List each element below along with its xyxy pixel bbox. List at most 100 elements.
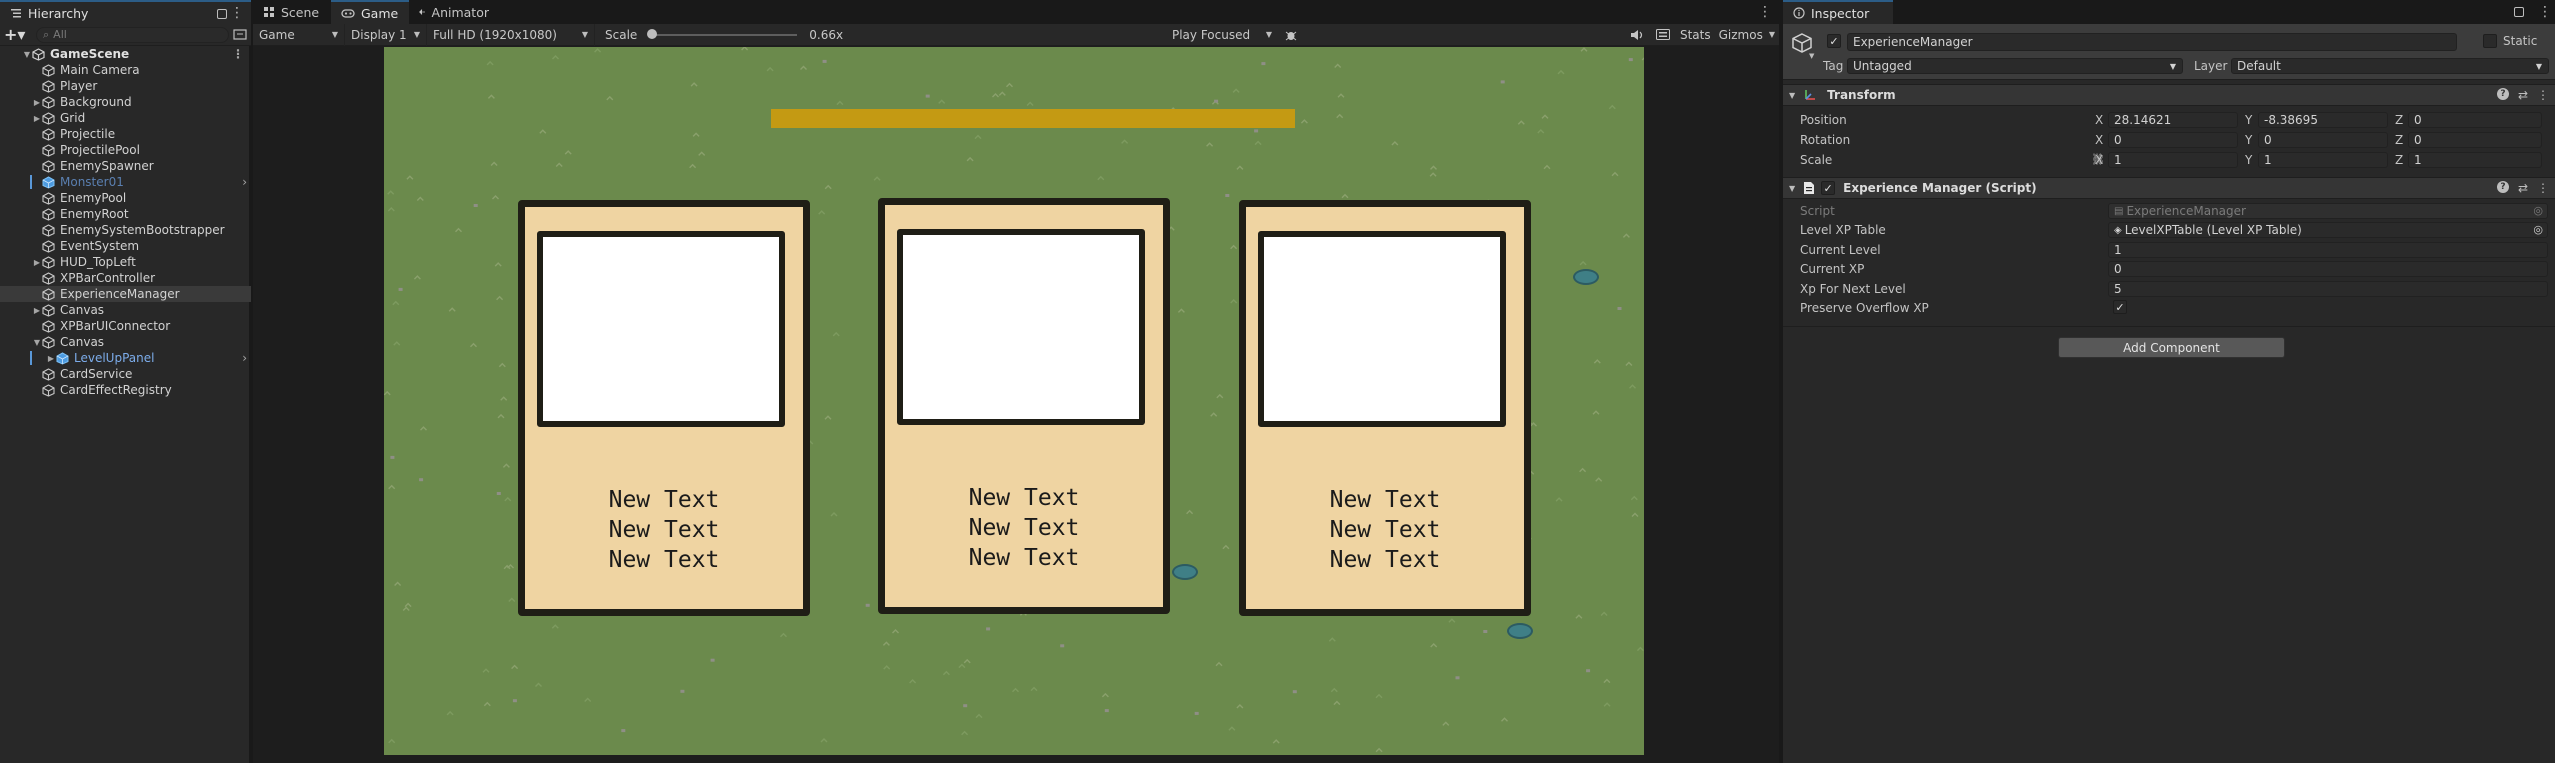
expand-arrow-right-icon[interactable]: ▶ (32, 306, 42, 315)
transform-x-field[interactable]: 28.14621 (2108, 112, 2238, 128)
inspector-kebab-icon[interactable]: ⋮ (2532, 0, 2555, 24)
scale-slider[interactable] (647, 28, 798, 39)
hierarchy-item[interactable]: ▶ Canvas (0, 302, 251, 318)
int-value-field[interactable]: 1 (2108, 242, 2548, 258)
field-value: 5 (2114, 282, 2122, 296)
foldout-arrow-icon[interactable]: ▼ (1789, 91, 1795, 100)
hierarchy-item[interactable]: ▶ HUD_TopLeft (0, 254, 251, 270)
gizmos-dropdown[interactable]: Gizmos ▼ (1715, 24, 1779, 46)
hierarchy-item[interactable]: ExperienceManager (0, 286, 251, 302)
int-value-field[interactable]: 0 (2108, 261, 2548, 277)
hierarchy-item[interactable]: Projectile (0, 126, 251, 142)
script-component-header[interactable]: ▼ ✓ Experience Manager (Script) ? ⇄ ⋮ (1783, 177, 2555, 199)
object-reference-field[interactable]: ◈ LevelXPTable (Level XP Table) ◎ (2108, 222, 2548, 238)
chevron-right-icon[interactable]: › (242, 175, 247, 189)
scene-kebab-icon[interactable]: ⋮ (232, 47, 244, 61)
hierarchy-item[interactable]: Monster01 › (0, 174, 251, 190)
hierarchy-item[interactable]: ProjectilePool (0, 142, 251, 158)
hierarchy-search-input[interactable]: ⌕ All (36, 26, 229, 43)
scene-root-row[interactable]: ▼ GameScene ⋮ (0, 46, 251, 62)
tab-inspector[interactable]: Inspector (1783, 0, 1893, 24)
object-picker-icon[interactable]: ◎ (2533, 204, 2543, 217)
hierarchy-item[interactable]: CardService (0, 366, 251, 382)
hierarchy-item[interactable]: ▶ Background (0, 94, 251, 110)
layer-dropdown[interactable]: Default ▼ (2231, 58, 2549, 74)
preserve-overflow-checkbox[interactable]: ✓ (2113, 300, 2127, 314)
active-toggle[interactable]: ✓ (1827, 34, 1841, 48)
transform-x-field[interactable]: 1 (2108, 152, 2238, 168)
int-value-field[interactable]: 5 (2108, 281, 2548, 297)
component-kebab-icon[interactable]: ⋮ (2537, 181, 2549, 195)
transform-z-field[interactable]: 1 (2408, 152, 2542, 168)
expand-arrow-down-icon[interactable]: ▼ (32, 338, 42, 347)
object-name-field[interactable]: ExperienceManager (1847, 33, 2457, 51)
hierarchy-item[interactable]: EventSystem (0, 238, 251, 254)
lock-icon[interactable] (217, 9, 227, 19)
tab-hierarchy[interactable]: Hierarchy ⋮ (0, 0, 251, 24)
preset-icon[interactable]: ⇄ (2518, 88, 2528, 102)
transform-z-field[interactable]: 0 (2408, 132, 2542, 148)
hierarchy-item[interactable]: EnemySystemBootstrapper (0, 222, 251, 238)
levelup-card[interactable]: New Text New Text New Text (878, 198, 1170, 614)
hierarchy-item[interactable]: CardEffectRegistry (0, 382, 251, 398)
preset-icon[interactable]: ⇄ (2518, 181, 2528, 195)
hierarchy-item[interactable]: ▶ Grid (0, 110, 251, 126)
grass-tuft (882, 641, 890, 646)
hierarchy-item[interactable]: XPBarUIConnector (0, 318, 251, 334)
game-kebab-icon[interactable]: ⋮ (1750, 0, 1779, 24)
game-viewport[interactable]: New Text New Text New Text New Text New Text… (384, 47, 1644, 755)
hierarchy-item[interactable]: Main Camera (0, 62, 251, 78)
expand-arrow-right-icon[interactable]: ▶ (32, 114, 42, 123)
transform-y-field[interactable]: 1 (2258, 152, 2388, 168)
shortcuts-button[interactable] (1650, 29, 1676, 40)
card-text-line: New Text (968, 545, 1080, 571)
script-enabled-toggle[interactable]: ✓ (1821, 181, 1836, 195)
display-dropdown[interactable]: Display 1 ▼ (345, 23, 427, 46)
hierarchy-item[interactable]: EnemySpawner (0, 158, 251, 174)
expand-arrow-right-icon[interactable]: ▶ (32, 98, 42, 107)
scale-slider-knob[interactable] (647, 28, 658, 39)
hierarchy-item-label: Player (60, 79, 98, 93)
grass-tuft (766, 66, 774, 72)
transform-z-field[interactable]: 0 (2408, 112, 2542, 128)
mute-audio-button[interactable] (1624, 29, 1650, 41)
static-toggle[interactable] (2483, 34, 2497, 48)
component-kebab-icon[interactable]: ⋮ (2537, 88, 2549, 102)
bug-button[interactable] (1278, 29, 1304, 41)
levelup-card[interactable]: New Text New Text New Text (1239, 200, 1531, 616)
constrain-link-icon[interactable]: ⛓ (2091, 153, 2105, 166)
expand-arrow-right-icon[interactable]: ▶ (32, 258, 42, 267)
foldout-arrow-icon[interactable]: ▼ (1789, 184, 1795, 193)
lock-icon[interactable] (2514, 7, 2524, 17)
scene-visibility-icon[interactable] (233, 28, 247, 41)
help-icon[interactable]: ? (2496, 181, 2509, 193)
hierarchy-item[interactable]: Player (0, 78, 251, 94)
stats-button[interactable]: Stats (1676, 24, 1715, 46)
transform-y-field[interactable]: 0 (2258, 132, 2388, 148)
help-icon[interactable]: ? (2496, 88, 2509, 100)
create-plus-button[interactable]: +▾ (4, 25, 32, 44)
resolution-dropdown[interactable]: Full HD (1920x1080) ▼ (427, 23, 595, 46)
add-component-button[interactable]: Add Component (2058, 337, 2285, 358)
tab-animator[interactable]: Animator (409, 0, 499, 24)
hierarchy-item[interactable]: ▶ LevelUpPanel › (0, 350, 251, 366)
levelup-card[interactable]: New Text New Text New Text (518, 200, 810, 616)
expand-arrow-right-icon[interactable]: ▶ (46, 354, 56, 363)
chevron-right-icon[interactable]: › (242, 351, 247, 365)
tab-game[interactable]: Game (331, 0, 409, 24)
play-focus-dropdown[interactable]: Play Focused ▼ (1166, 24, 1278, 46)
expand-arrow-icon[interactable]: ▼ (22, 50, 32, 59)
object-picker-icon[interactable]: ◎ (2533, 223, 2543, 236)
hierarchy-item[interactable]: XPBarController (0, 270, 251, 286)
transform-header[interactable]: ▼ Transform ? ⇄ ⋮ (1783, 84, 2555, 106)
game-mode-dropdown[interactable]: Game ▼ (253, 23, 345, 46)
hierarchy-item[interactable]: EnemyRoot (0, 206, 251, 222)
transform-y-field[interactable]: -8.38695 (2258, 112, 2388, 128)
hierarchy-item[interactable]: ▼ Canvas (0, 334, 251, 350)
tag-dropdown[interactable]: Untagged ▼ (1847, 58, 2183, 74)
tab-scene[interactable]: Scene (253, 0, 331, 24)
kebab-menu-icon[interactable]: ⋮ (230, 5, 244, 21)
hierarchy-item[interactable]: EnemyPool (0, 190, 251, 206)
transform-x-field[interactable]: 0 (2108, 132, 2238, 148)
caret-down-icon[interactable]: ▼ (1809, 52, 1814, 60)
